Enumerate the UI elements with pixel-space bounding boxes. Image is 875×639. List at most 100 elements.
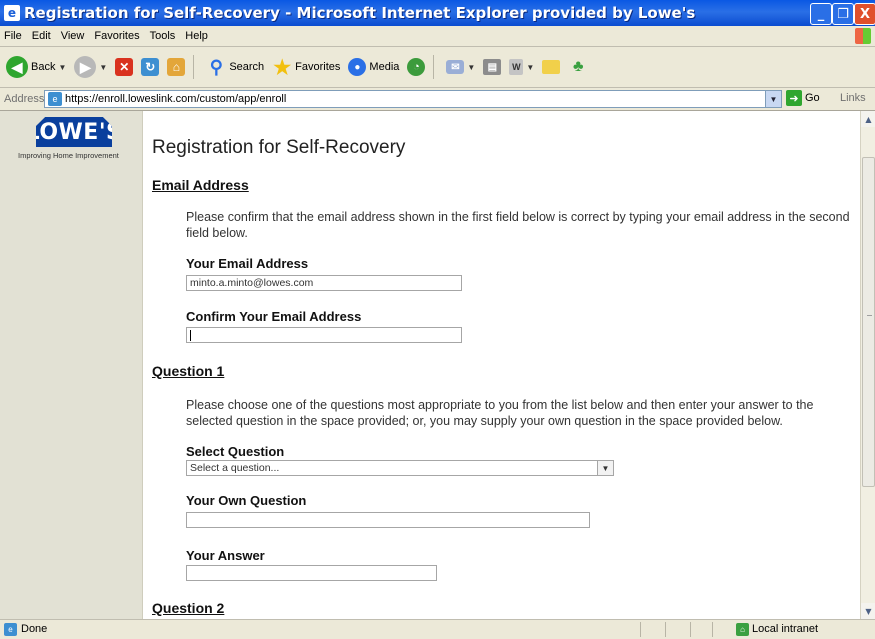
status-divider bbox=[690, 622, 691, 637]
messenger-button[interactable]: ♣ bbox=[568, 56, 588, 78]
address-bar: Address e https://enroll.loweslink.com/c… bbox=[0, 88, 875, 111]
status-divider bbox=[712, 622, 713, 637]
toolbar-separator bbox=[193, 55, 195, 79]
window-title: Registration for Self-Recovery - Microso… bbox=[24, 4, 696, 22]
status-bar: e Done ⌂ Local intranet bbox=[0, 619, 875, 639]
address-label: Address bbox=[4, 93, 45, 105]
select-question-label: Select Question bbox=[186, 444, 285, 459]
own-question-label: Your Own Question bbox=[186, 493, 307, 508]
page-title: Registration for Self-Recovery bbox=[152, 137, 406, 158]
address-dropdown-icon[interactable]: ▼ bbox=[765, 91, 781, 107]
confirm-email-field[interactable] bbox=[186, 327, 462, 343]
history-button[interactable]: ◔ bbox=[407, 58, 426, 76]
own-question-field[interactable] bbox=[186, 512, 590, 528]
back-dropdown-icon[interactable]: ▼ bbox=[58, 63, 66, 72]
title-bar: e Registration for Self-Recovery - Micro… bbox=[0, 0, 875, 26]
lowes-logo-mark: LOWE'S bbox=[36, 117, 112, 147]
email-field[interactable]: minto.a.minto@lowes.com bbox=[186, 275, 462, 291]
select-question-value: Select a question... bbox=[190, 462, 280, 474]
toolbar-separator bbox=[433, 55, 435, 79]
status-text: Done bbox=[21, 623, 48, 635]
media-button[interactable]: ● Media bbox=[348, 58, 399, 76]
folder-button[interactable] bbox=[542, 60, 561, 74]
close-button[interactable]: X bbox=[854, 3, 875, 25]
menu-help[interactable]: Help bbox=[185, 30, 208, 42]
back-arrow-icon: ◀ bbox=[6, 56, 28, 78]
answer-label: Your Answer bbox=[186, 548, 265, 563]
menu-tools[interactable]: Tools bbox=[150, 30, 176, 42]
media-icon: ● bbox=[348, 58, 367, 76]
mail-dropdown-icon[interactable]: ▼ bbox=[467, 63, 475, 72]
messenger-icon: ♣ bbox=[572, 58, 584, 75]
home-button[interactable]: ⌂ bbox=[167, 58, 186, 76]
page-content: LOWE'S Improving Home Improvement Regist… bbox=[0, 111, 860, 619]
back-button[interactable]: ◀ Back ▼ bbox=[6, 56, 66, 78]
stop-button[interactable]: ✕ bbox=[115, 58, 134, 76]
print-button[interactable]: ▤ bbox=[483, 59, 502, 75]
email-label: Your Email Address bbox=[186, 256, 309, 271]
vertical-scrollbar[interactable]: ▲ ▼ bbox=[860, 111, 875, 619]
browser-window: e Registration for Self-Recovery - Micro… bbox=[0, 0, 875, 639]
scroll-down-icon[interactable]: ▼ bbox=[861, 603, 875, 619]
media-label: Media bbox=[369, 61, 400, 73]
chevron-down-icon[interactable]: ▼ bbox=[597, 461, 613, 475]
menu-file[interactable]: File bbox=[4, 30, 22, 42]
logo-tagline: Improving Home Improvement bbox=[18, 151, 119, 160]
registration-form: Registration for Self-Recovery Email Add… bbox=[152, 111, 852, 619]
go-label: Go bbox=[805, 92, 820, 104]
page-icon: e bbox=[48, 92, 62, 106]
star-icon: ★ bbox=[273, 56, 292, 79]
address-url[interactable]: https://enroll.loweslink.com/custom/app/… bbox=[65, 93, 286, 105]
scroll-grip bbox=[867, 315, 872, 316]
favorites-button[interactable]: ★ Favorites bbox=[272, 56, 340, 79]
question2-heading: Question 2 bbox=[152, 600, 225, 616]
status-divider bbox=[640, 622, 641, 637]
go-arrow-icon: ➜ bbox=[786, 90, 802, 106]
printer-icon: ▤ bbox=[483, 59, 502, 75]
links-button[interactable]: Links bbox=[840, 92, 866, 104]
edit-page-icon: W bbox=[509, 59, 524, 75]
question1-instructions: Please choose one of the questions most … bbox=[186, 398, 814, 428]
answer-field[interactable] bbox=[186, 565, 437, 581]
scroll-up-icon[interactable]: ▲ bbox=[861, 111, 875, 127]
search-label: Search bbox=[229, 61, 265, 73]
menu-edit[interactable]: Edit bbox=[32, 30, 51, 42]
refresh-button[interactable]: ↻ bbox=[141, 58, 160, 76]
refresh-icon: ↻ bbox=[141, 58, 160, 76]
left-sidebar: LOWE'S Improving Home Improvement bbox=[0, 111, 143, 619]
stop-icon: ✕ bbox=[115, 58, 134, 76]
folder-icon bbox=[542, 60, 561, 74]
select-question-dropdown[interactable]: Select a question... ▼ bbox=[186, 460, 614, 476]
go-button[interactable]: ➜ Go bbox=[786, 90, 820, 106]
security-zone-text: Local intranet bbox=[752, 623, 819, 635]
mail-icon: ✉ bbox=[446, 60, 465, 74]
address-input[interactable]: e https://enroll.loweslink.com/custom/ap… bbox=[44, 90, 782, 108]
forward-button[interactable]: ▶ ▼ bbox=[74, 56, 107, 78]
status-divider bbox=[665, 622, 666, 637]
text-cursor bbox=[190, 329, 191, 341]
menu-favorites[interactable]: Favorites bbox=[94, 30, 139, 42]
edit-button[interactable]: W ▼ bbox=[509, 59, 534, 75]
home-icon: ⌂ bbox=[167, 58, 186, 76]
mail-button[interactable]: ✉ ▼ bbox=[446, 60, 475, 74]
forward-dropdown-icon[interactable]: ▼ bbox=[99, 63, 107, 72]
history-icon: ◔ bbox=[407, 58, 426, 76]
search-button[interactable]: ⚲ Search bbox=[206, 56, 264, 78]
scroll-thumb[interactable] bbox=[862, 157, 875, 487]
minimize-button[interactable]: _ bbox=[810, 3, 832, 25]
menu-view[interactable]: View bbox=[61, 30, 85, 42]
search-icon: ⚲ bbox=[209, 56, 223, 77]
edit-dropdown-icon[interactable]: ▼ bbox=[526, 63, 534, 72]
confirm-email-label: Confirm Your Email Address bbox=[186, 309, 362, 324]
page-done-icon: e bbox=[4, 623, 17, 636]
forward-arrow-icon: ▶ bbox=[74, 56, 97, 78]
back-label: Back bbox=[31, 61, 56, 73]
email-value: minto.a.minto@lowes.com bbox=[190, 277, 314, 289]
ie-logo-icon: e bbox=[4, 5, 20, 21]
menu-bar: File Edit View Favorites Tools Help bbox=[0, 26, 875, 47]
maximize-button[interactable]: ❐ bbox=[832, 3, 854, 25]
email-section-heading: Email Address bbox=[152, 177, 249, 193]
question1-heading: Question 1 bbox=[152, 363, 225, 379]
windows-logo-icon bbox=[855, 28, 871, 44]
lowes-logo: LOWE'S Improving Home Improvement bbox=[14, 117, 124, 160]
